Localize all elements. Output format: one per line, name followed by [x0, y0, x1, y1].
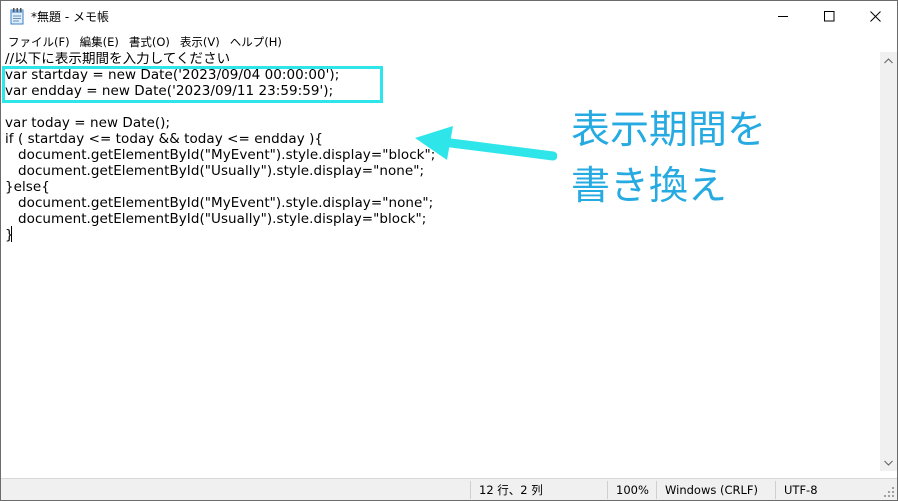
chevron-up-icon — [884, 57, 893, 63]
annotation-text-line2: 書き換え — [571, 164, 728, 209]
code-line: document.getElementById("MyEvent").style… — [5, 195, 434, 211]
highlight-box — [2, 66, 383, 103]
close-button[interactable] — [852, 1, 898, 32]
scroll-up-button[interactable] — [880, 52, 897, 69]
minimize-icon — [777, 16, 788, 17]
chevron-down-icon — [884, 460, 893, 466]
title-bar[interactable]: *無題 - メモ帳 — [1, 1, 897, 32]
vertical-scrollbar[interactable] — [880, 52, 897, 471]
maximize-icon — [823, 11, 834, 22]
status-divider — [656, 481, 657, 499]
menu-format[interactable]: 書式(O) — [124, 34, 175, 50]
line-ending: Windows (CRLF) — [665, 483, 759, 497]
code-line: document.getElementById("Usually").style… — [5, 211, 427, 227]
minimize-button[interactable] — [760, 1, 806, 32]
code-line: } — [5, 227, 14, 243]
status-divider — [470, 481, 471, 499]
code-line: //以下に表示期間を入力してください — [5, 52, 231, 67]
window-title: *無題 - メモ帳 — [31, 10, 109, 24]
code-line: document.getElementById("Usually").style… — [5, 163, 425, 179]
arrow-left-icon — [415, 126, 557, 161]
scroll-down-button[interactable] — [880, 454, 897, 471]
code-line: }else{ — [5, 179, 50, 195]
menu-edit[interactable]: 編集(E) — [75, 34, 124, 50]
zoom-level: 100% — [616, 483, 649, 497]
menu-view[interactable]: 表示(V) — [175, 34, 225, 50]
menu-bar: ファイル(F) 編集(E) 書式(O) 表示(V) ヘルプ(H) — [1, 32, 897, 52]
code-line: if ( startday <= today && today <= endda… — [5, 131, 324, 147]
annotation-text-line1: 表示期間を — [571, 108, 767, 153]
notepad-icon — [10, 8, 24, 25]
close-icon — [869, 11, 881, 22]
code-line: document.getElementById("MyEvent").style… — [5, 147, 436, 163]
maximize-button[interactable] — [806, 1, 852, 32]
code-line: var today = new Date(); — [5, 115, 171, 131]
cursor-position: 12 行、2 列 — [479, 483, 543, 497]
text-caret — [11, 226, 12, 242]
status-divider — [607, 481, 608, 499]
status-bar: 12 行、2 列 100% Windows (CRLF) UTF-8 — [1, 478, 897, 500]
resize-grip-icon[interactable] — [883, 486, 895, 498]
text-editor[interactable]: //以下に表示期間を入力してください var startday = new Da… — [1, 52, 880, 471]
notepad-window: *無題 - メモ帳 ファイル(F) 編集(E) 書式(O) 表示(V) ヘルプ(… — [0, 0, 898, 501]
encoding: UTF-8 — [784, 483, 818, 497]
menu-help[interactable]: ヘルプ(H) — [225, 34, 287, 50]
menu-file[interactable]: ファイル(F) — [3, 34, 75, 50]
status-divider — [775, 481, 776, 499]
